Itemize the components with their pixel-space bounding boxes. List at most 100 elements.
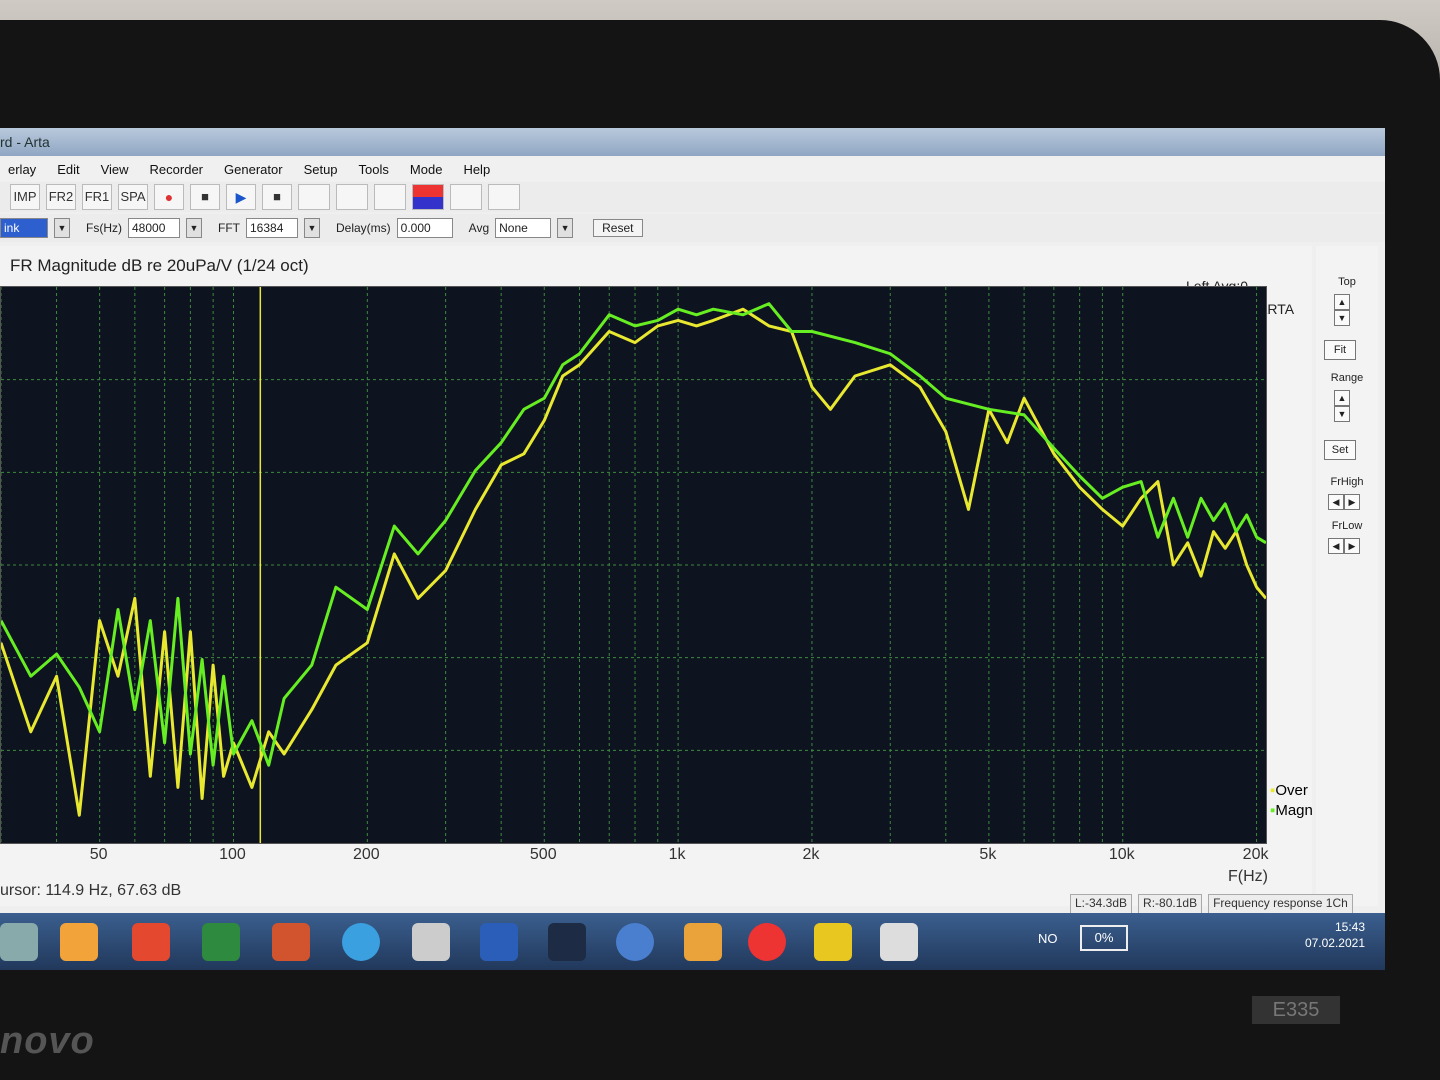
bolt-icon[interactable] [814,923,852,961]
steps-icon[interactable] [880,923,918,961]
freq-tick-label: 500 [529,846,557,863]
freq-tick-label: 1k [668,846,686,863]
battery-indicator[interactable]: 0% [1080,925,1128,951]
set-button[interactable]: Set [1324,440,1356,460]
record-icon[interactable]: ● [154,184,184,210]
spa-mode-button[interactable]: SPA [118,184,148,210]
menu-mode[interactable]: Mode [402,158,456,182]
legend: ▪Over ▪Magn [1270,781,1313,821]
oscilloscope-icon[interactable] [488,184,520,210]
laptop-brand: novo [0,1020,95,1062]
chevron-down-icon[interactable]: ▼ [557,218,574,238]
legend-label-over: Over [1275,782,1308,799]
range-label: Range [1330,372,1364,384]
reset-button[interactable]: Reset [593,219,643,237]
fr1-mode-button[interactable]: FR1 [82,184,112,210]
toolbar: IMP FR2 FR1 SPA ● ■ ▶ ■ [0,182,1385,212]
clock-time: 15:43 [1334,920,1365,934]
frequency-plot[interactable] [0,286,1268,844]
freq-tick-label: 200 [352,846,380,863]
sonos-icon[interactable] [548,923,586,961]
plot-svg [0,287,1268,843]
side-panel: Top ▲ ▼ Fit Range ▲ ▼ Set FrHigh ◀ ▶ FrL… [1316,246,1378,906]
menu-view[interactable]: View [93,158,142,182]
frlow-label: FrLow [1331,520,1363,532]
delay-input[interactable]: 0.000 [396,218,453,238]
screen: rd - Arta – ▢ x erlay Edit View Recorder… [0,128,1385,970]
frlow-right-button[interactable]: ▶ [1344,538,1360,554]
range-down-button[interactable]: ▼ [1334,406,1350,422]
frhigh-left-button[interactable]: ◀ [1328,494,1344,510]
play-icon[interactable]: ▶ [226,184,256,210]
chevron-down-icon[interactable]: ▼ [186,218,202,238]
window-titlebar[interactable]: rd - Arta [0,128,1385,156]
menu-overlay[interactable]: erlay [0,158,49,182]
avg-select[interactable]: None [495,218,552,238]
graph-title: FR Magnitude dB re 20uPa/V (1/24 oct) [10,256,309,275]
excel-icon[interactable] [202,923,240,961]
cursor-readout: ursor: 114.9 Hz, 67.63 dB [0,882,182,899]
probe-icon[interactable] [374,184,406,210]
hatch-icon[interactable] [336,184,368,210]
language-indicator[interactable]: NO [1038,931,1058,946]
menu-edit[interactable]: Edit [49,158,92,182]
abc-icon[interactable] [298,184,330,210]
avg-label: Avg [468,221,490,235]
freq-unit-label: F(Hz) [1228,868,1268,885]
media-icon[interactable] [342,923,380,961]
fit-button[interactable]: Fit [1324,340,1356,360]
menu-bar: erlay Edit View Recorder Generator Setup… [0,158,1385,182]
generator-select[interactable]: ink [0,218,48,238]
menu-help[interactable]: Help [455,158,503,182]
explorer-icon[interactable] [0,923,38,961]
word-icon[interactable] [480,923,518,961]
status-bar: L:-34.3dB R:-80.1dB Frequency response 1… [1070,894,1385,914]
freq-tick-label: 50 [89,846,108,863]
freq-tick-label: 20k [1242,846,1269,863]
m-icon[interactable] [616,923,654,961]
legend-label-magn: Magn [1275,802,1313,819]
waveform-icon[interactable] [450,184,482,210]
stop-icon[interactable]: ■ [190,184,220,210]
frlow-left-button[interactable]: ◀ [1328,538,1344,554]
taskbar: NO 0% 15:43 07.02.2021 [0,913,1385,970]
menu-recorder[interactable]: Recorder [142,158,216,182]
outlook-icon[interactable] [684,923,722,961]
delay-label: Delay(ms) [336,221,391,235]
status-left-level: L:-34.3dB [1070,894,1133,914]
top-down-button[interactable]: ▼ [1334,310,1350,326]
fr2-mode-button[interactable]: FR2 [46,184,76,210]
chevron-down-icon[interactable]: ▼ [54,218,70,238]
fft-select[interactable]: 16384 [246,218,298,238]
media-player-icon[interactable] [60,923,98,961]
frhigh-right-button[interactable]: ▶ [1344,494,1360,510]
imp-mode-button[interactable]: IMP [10,184,40,210]
status-mode: Frequency response 1Ch [1208,894,1353,914]
legend-item-magn: ▪Magn [1270,801,1313,821]
top-label: Top [1338,276,1356,288]
range-up-button[interactable]: ▲ [1334,390,1350,406]
arta-icon[interactable] [412,923,450,961]
options-bar: ink ▼ Fs(Hz) 48000 ▼ FFT 16384 ▼ Delay(ms) … [0,214,1385,242]
clock-date: 07.02.2021 [1304,936,1365,950]
clock[interactable]: 15:43 07.02.2021 [1305,919,1365,951]
menu-generator[interactable]: Generator [216,158,296,182]
freq-tick-label: 2k [802,846,820,863]
menu-setup[interactable]: Setup [296,158,351,182]
frhigh-label: FrHigh [1330,476,1364,488]
refresh-icon[interactable] [748,923,786,961]
window-title: rd - Arta [0,134,50,150]
stop-generator-icon[interactable]: ■ [262,184,292,210]
legend-item-over: ▪Over [1270,781,1313,801]
colorbar-icon[interactable] [412,184,444,210]
status-right-level: R:-80.1dB [1138,894,1203,914]
top-up-button[interactable]: ▲ [1334,294,1350,310]
freq-tick-label: 5k [979,846,997,863]
fs-select[interactable]: 48000 [128,218,180,238]
menu-tools[interactable]: Tools [351,158,402,182]
frequency-axis: 50 100 200 500 1k 2k 5k 10k 20k [0,846,1300,876]
powerpoint-icon[interactable] [272,923,310,961]
grid-app-icon[interactable] [132,923,170,961]
freq-tick-label: 10k [1108,846,1135,863]
chevron-down-icon[interactable]: ▼ [304,218,320,238]
